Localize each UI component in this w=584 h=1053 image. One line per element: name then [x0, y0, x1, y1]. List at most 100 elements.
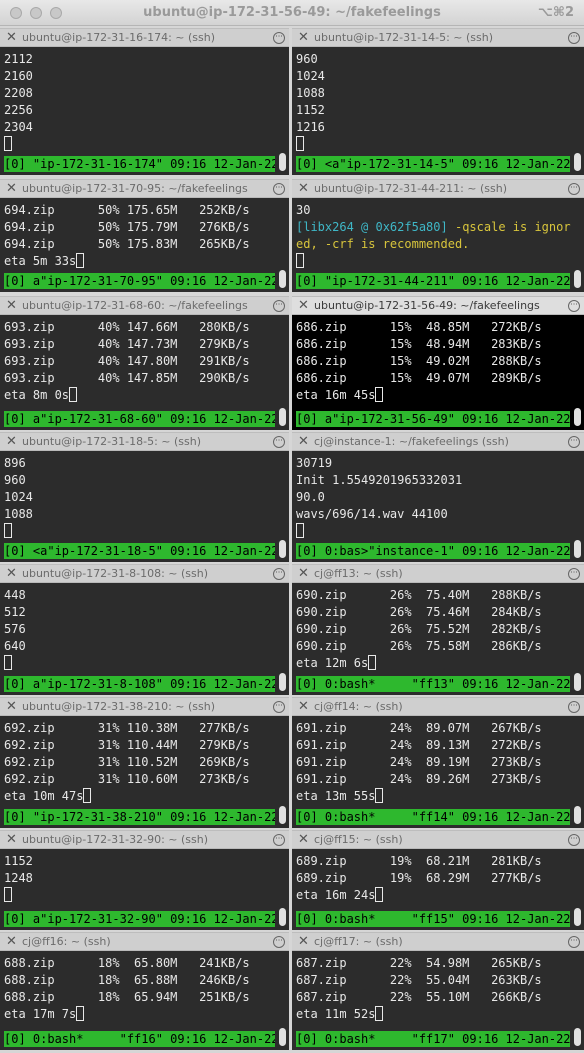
pane-menu-icon[interactable]: ··· — [568, 701, 580, 713]
window-shortcut: ⌥⌘2 — [537, 5, 574, 20]
text-cursor — [375, 887, 384, 902]
scrollbar-thumb[interactable] — [279, 270, 286, 288]
pane-menu-icon[interactable]: ··· — [568, 32, 580, 44]
pane-tab-bar[interactable]: ✕ cj@ff13: ~ (ssh) ··· — [292, 564, 584, 583]
terminal-pane[interactable]: ✕ ubuntu@ip-172-31-44-211: ~ (ssh) ··· 30 [l… — [292, 179, 584, 292]
scrollbar-thumb[interactable] — [279, 908, 286, 926]
close-pane-icon[interactable]: ✕ — [6, 298, 17, 314]
pane-title: ubuntu@ip-172-31-18-5: ~ (ssh) — [22, 435, 202, 448]
terminal-pane[interactable]: ✕ ubuntu@ip-172-31-14-5: ~ (ssh) ··· 960 102… — [292, 28, 584, 175]
terminal-line: 896 — [4, 456, 26, 470]
scrollbar-thumb[interactable] — [574, 908, 581, 926]
terminal-pane[interactable]: ✕ cj@ff15: ~ (ssh) ··· 689.zip 19% 68.21M 2… — [292, 830, 584, 930]
close-pane-icon[interactable]: ✕ — [6, 934, 17, 950]
pane-menu-icon[interactable]: ··· — [273, 32, 285, 44]
close-pane-icon[interactable]: ✕ — [298, 832, 309, 848]
close-pane-icon[interactable]: ✕ — [298, 566, 309, 582]
terminal-pane[interactable]: ✕ ubuntu@ip-172-31-18-5: ~ (ssh) ··· 896 960… — [0, 432, 289, 562]
pane-menu-icon[interactable]: ··· — [273, 701, 285, 713]
scrollbar-thumb[interactable] — [574, 806, 581, 824]
scrollbar-thumb[interactable] — [279, 673, 286, 691]
terminal-line: 2256 — [4, 103, 33, 117]
scrollbar-thumb[interactable] — [574, 408, 581, 426]
pane-tab-bar[interactable]: ✕ ubuntu@ip-172-31-44-211: ~ (ssh) ··· — [292, 179, 584, 198]
close-pane-icon[interactable]: ✕ — [6, 566, 17, 582]
terminal-output: 689.zip 19% 68.21M 281KB/s 689.zip 19% 68… — [296, 853, 570, 904]
pane-tab-bar[interactable]: ✕ ubuntu@ip-172-31-14-5: ~ (ssh) ··· — [292, 28, 584, 47]
pane-menu-icon[interactable]: ··· — [273, 936, 285, 948]
pane-menu-icon[interactable]: ··· — [273, 436, 285, 448]
pane-tab-bar[interactable]: ✕ ubuntu@ip-172-31-56-49: ~/fakefeelings ·… — [292, 296, 584, 315]
terminal-pane[interactable]: ✕ ubuntu@ip-172-31-16-174: ~ (ssh) ··· 2112… — [0, 28, 289, 175]
scrollbar-thumb[interactable] — [574, 1028, 581, 1046]
close-pane-icon[interactable]: ✕ — [298, 181, 309, 197]
scrollbar-thumb[interactable] — [279, 408, 286, 426]
pane-menu-icon[interactable]: ··· — [568, 183, 580, 195]
close-pane-icon[interactable]: ✕ — [298, 434, 309, 450]
terminal-line: 690.zip 26% 75.46M 284KB/s — [296, 605, 542, 619]
pane-menu-icon[interactable]: ··· — [568, 300, 580, 312]
terminal-pane[interactable]: ✕ cj@ff16: ~ (ssh) ··· 688.zip 18% 65.80M 2… — [0, 932, 289, 1050]
scrollbar-thumb[interactable] — [279, 1028, 286, 1046]
terminal-pane[interactable]: ✕ ubuntu@ip-172-31-32-90: ~ (ssh) ··· 1152 1… — [0, 830, 289, 930]
pane-menu-icon[interactable]: ··· — [568, 568, 580, 580]
pane-title: ubuntu@ip-172-31-14-5: ~ (ssh) — [314, 31, 494, 44]
close-pane-icon[interactable]: ✕ — [6, 181, 17, 197]
pane-tab-bar[interactable]: ✕ ubuntu@ip-172-31-8-108: ~ (ssh) ··· — [0, 564, 289, 583]
close-pane-icon[interactable]: ✕ — [298, 699, 309, 715]
close-pane-icon[interactable]: ✕ — [6, 30, 17, 46]
pane-tab-bar[interactable]: ✕ ubuntu@ip-172-31-18-5: ~ (ssh) ··· — [0, 432, 289, 451]
pane-menu-icon[interactable]: ··· — [568, 436, 580, 448]
close-pane-icon[interactable]: ✕ — [298, 30, 309, 46]
terminal-line: 1024 — [4, 490, 33, 504]
pane-tab-bar[interactable]: ✕ ubuntu@ip-172-31-70-95: ~/fakefeelings ·… — [0, 179, 289, 198]
pane-menu-icon[interactable]: ··· — [273, 300, 285, 312]
pane-tab-bar[interactable]: ✕ cj@ff16: ~ (ssh) ··· — [0, 932, 289, 951]
pane-tab-bar[interactable]: ✕ ubuntu@ip-172-31-16-174: ~ (ssh) ··· — [0, 28, 289, 47]
pane-tab-bar[interactable]: ✕ ubuntu@ip-172-31-32-90: ~ (ssh) ··· — [0, 830, 289, 849]
scrollbar-thumb[interactable] — [279, 806, 286, 824]
pane-menu-icon[interactable]: ··· — [273, 183, 285, 195]
terminal-line: 1152 — [4, 854, 33, 868]
close-pane-icon[interactable]: ✕ — [6, 699, 17, 715]
text-cursor — [4, 887, 12, 902]
terminal-pane[interactable]: ✕ cj@ff14: ~ (ssh) ··· 691.zip 24% 89.07M 2… — [292, 697, 584, 828]
terminal-output: 2112 2160 2208 2256 2304 — [4, 51, 275, 153]
scrollbar-thumb[interactable] — [574, 540, 581, 558]
close-pane-icon[interactable]: ✕ — [6, 434, 17, 450]
terminal-pane[interactable]: ✕ ubuntu@ip-172-31-38-210: ~ (ssh) ··· 692.… — [0, 697, 289, 828]
pane-menu-icon[interactable]: ··· — [273, 568, 285, 580]
scrollbar-thumb[interactable] — [574, 153, 581, 171]
scrollbar-thumb[interactable] — [574, 673, 581, 691]
terminal-line: 688.zip 18% 65.88M 246KB/s — [4, 973, 250, 987]
pane-tab-bar[interactable]: ✕ cj@ff17: ~ (ssh) ··· — [292, 932, 584, 951]
scrollbar-thumb[interactable] — [574, 270, 581, 288]
tmux-status-bar: [0] "ip-172-31-38-210" 09:16 12-Jan-22 — [4, 809, 275, 825]
pane-tab-bar[interactable]: ✕ cj@instance-1: ~/fakefeelings (ssh) ··· — [292, 432, 584, 451]
pane-menu-icon[interactable]: ··· — [568, 834, 580, 846]
pane-tab-bar[interactable]: ✕ ubuntu@ip-172-31-38-210: ~ (ssh) ··· — [0, 697, 289, 716]
tmux-status-bar: [0] 0:bash* "ff13" 09:16 12-Jan-22 — [296, 676, 570, 692]
terminal-pane[interactable]: ✕ ubuntu@ip-172-31-70-95: ~/fakefeelings ·… — [0, 179, 289, 292]
scrollbar-thumb[interactable] — [279, 540, 286, 558]
close-pane-icon[interactable]: ✕ — [298, 934, 309, 950]
terminal-line: eta 16m 24s — [296, 887, 570, 904]
terminal-pane[interactable]: ✕ cj@ff13: ~ (ssh) ··· 690.zip 26% 75.40M 2… — [292, 564, 584, 695]
scrollbar-thumb[interactable] — [279, 153, 286, 171]
terminal-pane[interactable]: ✕ ubuntu@ip-172-31-68-60: ~/fakefeelings ·… — [0, 296, 289, 430]
terminal-output: 30719 Init 1.5549201965332031 90.0 wavs/696… — [296, 455, 570, 540]
pane-tab-bar[interactable]: ✕ cj@ff15: ~ (ssh) ··· — [292, 830, 584, 849]
terminal-pane[interactable]: ✕ cj@instance-1: ~/fakefeelings (ssh) ··· 3… — [292, 432, 584, 562]
tmux-status-bar: [0] 0:bash* "ff14" 09:16 12-Jan-22 — [296, 809, 570, 825]
terminal-pane[interactable]: ✕ ubuntu@ip-172-31-56-49: ~/fakefeelings ·… — [292, 296, 584, 430]
terminal-pane[interactable]: ✕ ubuntu@ip-172-31-8-108: ~ (ssh) ··· 448 51… — [0, 564, 289, 695]
terminal-line: 448 — [4, 588, 26, 602]
terminal-line: 694.zip 50% 175.79M 276KB/s — [4, 220, 250, 234]
close-pane-icon[interactable]: ✕ — [298, 298, 309, 314]
pane-tab-bar[interactable]: ✕ cj@ff14: ~ (ssh) ··· — [292, 697, 584, 716]
close-pane-icon[interactable]: ✕ — [6, 832, 17, 848]
pane-tab-bar[interactable]: ✕ ubuntu@ip-172-31-68-60: ~/fakefeelings ·… — [0, 296, 289, 315]
terminal-pane[interactable]: ✕ cj@ff17: ~ (ssh) ··· 687.zip 22% 54.98M 2… — [292, 932, 584, 1050]
pane-menu-icon[interactable]: ··· — [273, 834, 285, 846]
pane-menu-icon[interactable]: ··· — [568, 936, 580, 948]
